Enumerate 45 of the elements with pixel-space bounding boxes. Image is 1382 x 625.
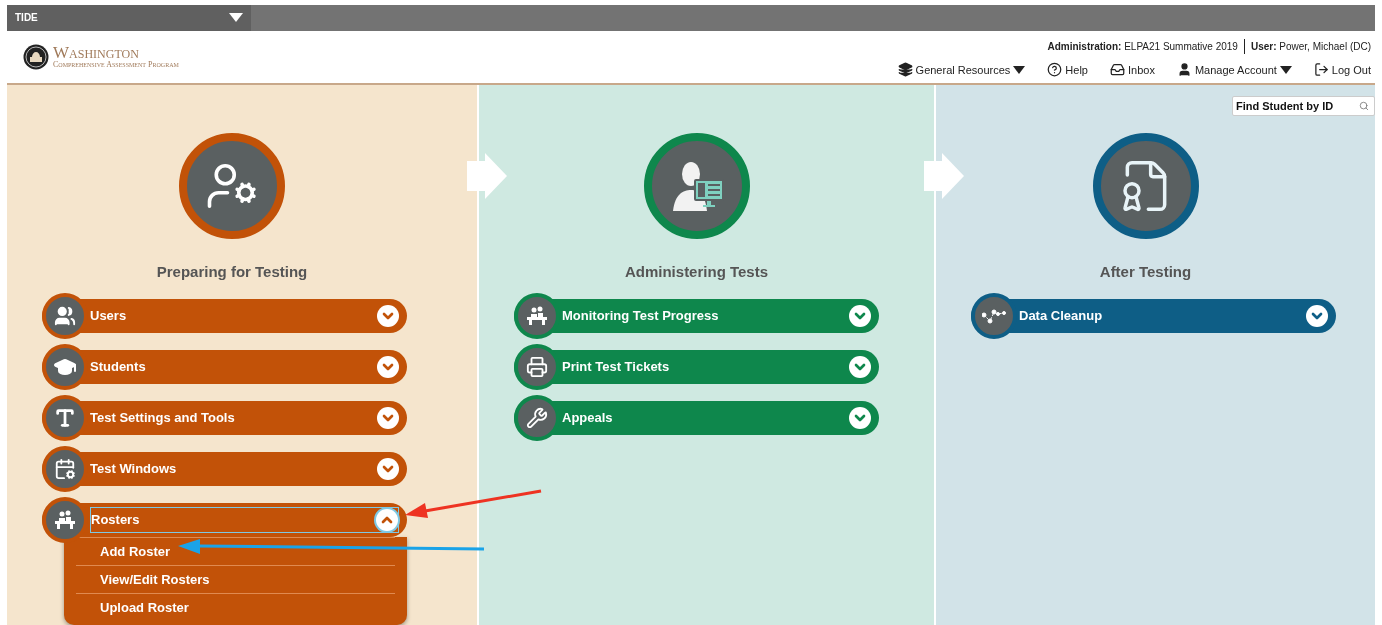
desk-icon bbox=[53, 510, 77, 530]
section-title: After Testing bbox=[1099, 261, 1192, 282]
wrench-icon bbox=[526, 407, 548, 429]
context-info: Administration: ELPA21 Summative 2019 bbox=[1047, 39, 1238, 54]
nav-link[interactable]: Inbox bbox=[1110, 61, 1155, 79]
menu-row-label: Users bbox=[90, 307, 128, 326]
submenu-item[interactable]: Upload Roster bbox=[100, 597, 189, 618]
logo-title: Washington bbox=[53, 44, 139, 62]
nav-link[interactable]: Log Out bbox=[1313, 61, 1371, 79]
text-size-icon bbox=[54, 407, 76, 429]
search-icon[interactable] bbox=[1359, 100, 1369, 111]
printer-icon bbox=[526, 356, 548, 378]
users-icon bbox=[54, 305, 76, 327]
app-menu[interactable]: TIDE bbox=[7, 5, 251, 31]
menu-row-label: Rosters bbox=[91, 511, 141, 530]
menu-row-label: Test Settings and Tools bbox=[90, 409, 236, 428]
search-field[interactable]: Find Student by ID bbox=[1232, 95, 1375, 116]
section-title: Preparing for Testing bbox=[156, 261, 308, 282]
section-title: Administering Tests bbox=[624, 261, 769, 282]
context-info: User: Power, Michael (DC) bbox=[1243, 38, 1371, 54]
desk-icon bbox=[525, 306, 549, 326]
expand-toggle[interactable] bbox=[376, 509, 398, 531]
menu-row-label: Print Test Tickets bbox=[562, 358, 671, 377]
nav-link[interactable]: Help bbox=[1047, 61, 1088, 79]
data-points-icon bbox=[982, 308, 1006, 324]
menu-row-label: Monitoring Test Progress bbox=[562, 307, 720, 326]
menu-row-label: Appeals bbox=[562, 409, 614, 428]
submenu-item[interactable]: Add Roster bbox=[100, 541, 171, 562]
step-arrow-icon bbox=[467, 152, 507, 199]
person-icon bbox=[1176, 62, 1192, 78]
gear-calendar-icon bbox=[54, 458, 76, 480]
submenu-item[interactable]: View/Edit Rosters bbox=[100, 569, 210, 590]
nav-link[interactable]: General Resources bbox=[897, 61, 1026, 79]
logout-icon bbox=[1313, 62, 1329, 78]
seal-logo-icon bbox=[23, 43, 49, 70]
nav-link[interactable]: Manage Account bbox=[1176, 61, 1292, 79]
step-arrow-icon bbox=[924, 152, 964, 199]
menu-row-label: Data Cleanup bbox=[1019, 307, 1104, 326]
logo-subtitle: Comprehensive Assessment Program bbox=[53, 61, 179, 70]
books-icon bbox=[897, 62, 913, 78]
help-icon bbox=[1047, 62, 1063, 78]
menu-row-label: Students bbox=[90, 358, 147, 377]
inbox-icon bbox=[1110, 62, 1125, 78]
caret-icon bbox=[229, 13, 243, 23]
menu-row-label: Test Windows bbox=[90, 460, 178, 479]
